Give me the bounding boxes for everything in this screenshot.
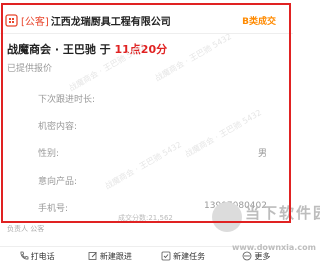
watermark: 战魔商会 · 王巴驰 5432	[153, 31, 233, 84]
public-customer-tag: [公客]	[21, 16, 49, 28]
company-header[interactable]: [公客] 江西龙瑞厨具工程有限公司 B类成交	[5, 11, 289, 29]
field-value-gender: 男	[257, 149, 267, 159]
watermark: 战魔商会 · 王巴驰 5432	[183, 107, 263, 160]
headline-prefix: 战魔商会 · 王巴驰 于	[7, 43, 115, 56]
customer-card: [公客] 江西龙瑞厨具工程有限公司 B类成交 战魔商会 · 王巴驰 于 11点2…	[0, 0, 293, 246]
new-task-label: 新建任务	[173, 251, 206, 261]
field-value-phone[interactable]: 13907080402	[204, 201, 267, 211]
field-label-gender: 性别:	[38, 149, 60, 159]
call-button[interactable]: 打电话	[0, 251, 73, 262]
field-label-next-followup: 下次跟进时长:	[38, 95, 96, 105]
phone-icon	[20, 251, 29, 260]
new-task-button[interactable]: 新建任务	[147, 251, 220, 262]
new-followup-label: 新建跟进	[99, 251, 132, 261]
new-followup-button[interactable]: 新建跟进	[73, 251, 146, 262]
headline-time: 11点20分	[114, 43, 168, 56]
more-button[interactable]: 更多	[220, 251, 293, 262]
call-label: 打电话	[30, 251, 55, 261]
edit-icon	[88, 252, 97, 260]
company-name: 江西龙瑞厨具工程有限公司	[50, 16, 171, 28]
task-icon	[161, 251, 171, 261]
deal-status-badge: B类成交	[242, 16, 276, 27]
deal-score: 成交分数:21,562	[118, 214, 173, 222]
field-label-confidential: 机密内容:	[38, 122, 78, 132]
watermark: 战魔商会 · 王巴驰 5432	[103, 139, 183, 192]
status-text: 已提供报价	[7, 64, 53, 74]
action-toolbar: 打电话 新建跟进 新建任务 更多	[0, 246, 293, 265]
owner-text: 负责人 公客	[7, 225, 45, 233]
field-label-intended-product: 意向产品:	[38, 177, 78, 187]
more-label: 更多	[254, 251, 271, 261]
more-icon	[242, 251, 252, 261]
divider	[0, 33, 293, 34]
field-label-phone: 手机号:	[38, 204, 69, 214]
followup-headline: 战魔商会 · 王巴驰 于 11点20分	[7, 41, 167, 57]
building-icon	[5, 13, 18, 27]
